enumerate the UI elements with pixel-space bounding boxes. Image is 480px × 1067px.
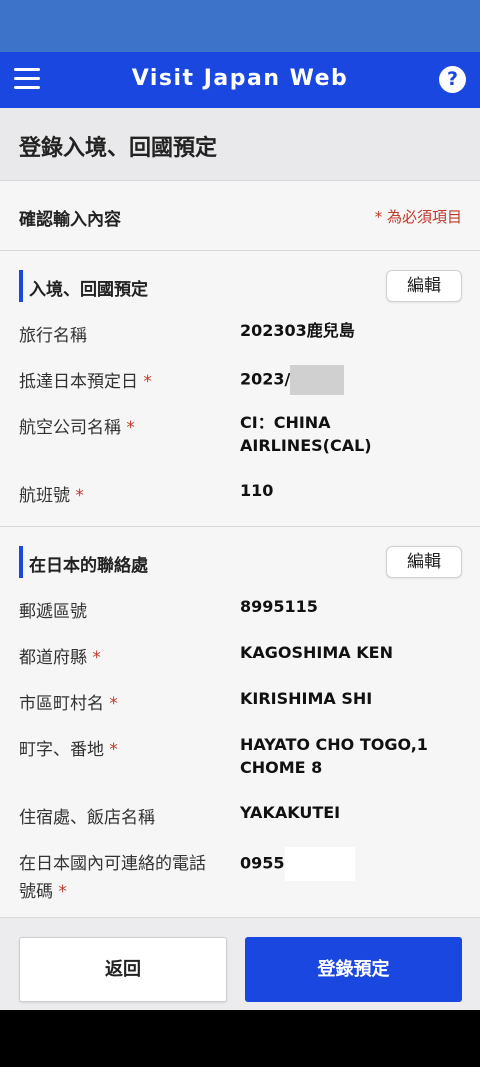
required-mark: * <box>92 648 101 668</box>
required-mark: * <box>75 486 84 506</box>
field-value: 110 <box>240 481 274 500</box>
field-label: 住宿處、飯店名稱 <box>19 808 155 828</box>
footer-actions: 返回 登錄預定 <box>0 917 480 1010</box>
field-label: 旅行名稱 <box>19 326 87 346</box>
section-accent-bar <box>19 546 23 578</box>
back-button[interactable]: 返回 <box>19 937 227 1002</box>
field-label: 航空公司名稱 * <box>19 418 135 438</box>
system-nav-bar <box>0 1010 480 1067</box>
redacted-block <box>284 847 355 881</box>
field-label: 町字、番地 * <box>19 740 118 760</box>
field-value: HAYATO CHO TOGO,1 CHOME 8 <box>240 735 428 777</box>
main-content: 確認輸入內容 * 為必須項目 入境、回國預定 編輯 旅行名稱 202303鹿兒島… <box>0 181 480 917</box>
field-value: KAGOSHIMA KEN <box>240 643 393 662</box>
required-mark: * <box>126 418 135 438</box>
field-value: YAKAKUTEI <box>240 803 341 822</box>
confirm-title: 確認輸入內容 <box>19 210 121 230</box>
field-label: 郵遞區號 <box>19 602 87 622</box>
field-value: 2023/ <box>240 365 460 395</box>
required-mark: * <box>143 372 152 392</box>
help-icon[interactable]: ? <box>439 66 466 93</box>
app-bar: Visit Japan Web ? <box>0 52 480 108</box>
register-button[interactable]: 登錄預定 <box>245 937 462 1002</box>
field-value: 0955 <box>240 847 460 881</box>
app-title: Visit Japan Web <box>131 66 349 91</box>
status-bar <box>0 0 480 52</box>
edit-entry-plan-button[interactable]: 編輯 <box>386 270 462 302</box>
divider <box>0 526 480 527</box>
required-mark: * <box>58 882 67 902</box>
page-title: 登錄入境、回國預定 <box>19 136 218 161</box>
section-title: 在日本的聯絡處 <box>29 556 148 576</box>
page-header: 登錄入境、回國預定 <box>0 108 480 181</box>
field-value: CI：CHINA AIRLINES(CAL) <box>240 413 372 455</box>
field-value: KIRISHIMA SHI <box>240 689 373 708</box>
field-value: 202303鹿兒島 <box>240 321 355 340</box>
field-label: 在日本國內可連絡的電話號碼 * <box>19 854 206 902</box>
section-accent-bar <box>19 270 23 302</box>
field-label: 航班號 * <box>19 486 84 506</box>
required-mark: * <box>109 740 118 760</box>
field-label: 市區町村名 * <box>19 694 118 714</box>
field-label: 都道府縣 * <box>19 648 101 668</box>
field-value: 8995115 <box>240 597 318 616</box>
redacted-block <box>290 365 345 395</box>
section-title: 入境、回國預定 <box>29 280 148 300</box>
required-note: * 為必須項目 <box>374 208 462 226</box>
confirm-header: 確認輸入內容 * 為必須項目 <box>0 181 480 251</box>
field-label: 抵達日本預定日 * <box>19 372 152 392</box>
edit-contact-button[interactable]: 編輯 <box>386 546 462 578</box>
required-mark: * <box>109 694 118 714</box>
